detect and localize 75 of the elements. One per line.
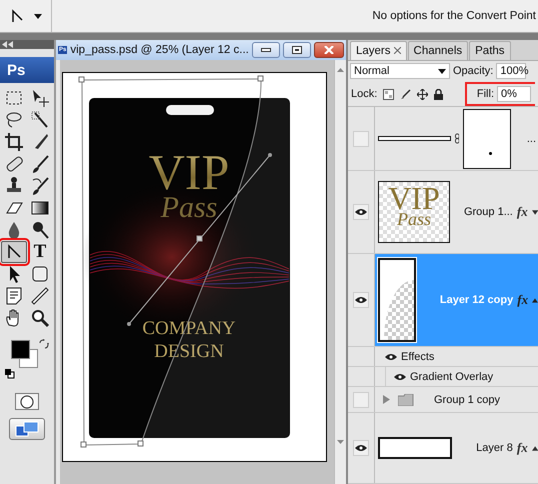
layer-name: Group 1... [464,206,513,218]
checkerboard-icon[interactable] [383,88,394,100]
effects-row[interactable]: Effects [348,347,538,367]
layer-name: Layer 12 copy [440,294,514,306]
down-arrow-icon[interactable] [337,440,344,444]
tool-button[interactable]: T [27,241,53,263]
card-slot [166,105,214,115]
panel-tab[interactable]: Channels [408,40,468,60]
default-colors-icon[interactable] [5,369,15,379]
opacity-label: Opacity: [453,65,494,78]
circle-icon [20,394,34,408]
caret-icon[interactable] [34,14,42,18]
swap-icon[interactable] [39,339,49,349]
chain-icon [454,133,460,144]
layer-name: ... [526,132,537,144]
move-icon[interactable] [417,88,428,100]
layer-row[interactable]: Layer 8 fx [348,413,538,484]
eye-icon[interactable] [385,352,397,360]
fill-label: Fill: [476,88,494,100]
tool-button[interactable] [1,241,27,263]
app-logo: Ps [0,57,54,83]
panel-tab[interactable]: Layers [350,40,407,60]
layer-row[interactable]: ... [348,107,538,171]
close-button[interactable] [314,42,344,58]
document-title: vip_pass.psd @ 25% (Layer 12 c... [70,44,249,56]
layer-name: Group 1 copy [434,394,500,406]
opacity-field[interactable]: 100% [496,63,526,80]
layer-name: Layer 8 [476,442,513,454]
vertical-scrollbar[interactable] [334,60,346,484]
caret-icon [438,68,446,74]
eyedropper-icon [29,285,51,307]
mask-thumbnail [463,108,511,168]
eye-icon [355,296,367,304]
effects-badge[interactable]: fx [516,204,528,220]
expand-arrow-icon[interactable] [383,395,390,404]
minimize-icon [261,47,271,53]
pen-icon[interactable] [10,8,24,24]
eye-icon [355,444,367,452]
effect-row[interactable]: Gradient Overlay [348,367,538,387]
visibility-toggle[interactable] [353,392,369,408]
maximize-button[interactable] [283,42,311,58]
layer-row[interactable]: Group 1 copy [348,387,538,413]
lock-icon[interactable] [434,88,444,100]
visibility-toggle[interactable] [353,292,369,308]
close-icon[interactable] [394,47,401,54]
eye-icon[interactable] [394,372,406,380]
visibility-toggle[interactable] [353,440,369,456]
panel-tab[interactable]: Paths [469,40,511,60]
blend-mode-dropdown[interactable]: Normal [350,63,450,80]
close-icon [324,46,334,54]
up-arrow-icon[interactable] [337,68,344,72]
effects-badge[interactable]: fx [517,292,528,308]
visibility-toggle[interactable] [353,130,369,146]
effects-badge[interactable]: fx [516,440,528,456]
crop-icon [3,131,25,153]
zoom-icon [29,307,51,329]
quick-mask-button[interactable] [15,393,39,410]
caret-icon[interactable] [532,210,538,214]
brush-icon[interactable] [400,88,412,100]
options-hint: No options for the Convert Point [372,10,537,22]
visibility-toggle[interactable] [353,204,369,220]
eye-icon [355,208,367,216]
card-subtitle: Pass [160,191,218,224]
caret-icon[interactable] [532,446,538,450]
screen-mode-button[interactable] [9,418,45,440]
restore-icon [292,46,302,54]
effect-name: Gradient Overlay [410,370,494,382]
effects-label: Effects [401,350,434,362]
vector-path[interactable] [78,76,264,448]
minimize-button[interactable] [252,42,280,58]
fill-field[interactable]: 0% [497,86,531,102]
lock-label: Lock: [351,88,378,100]
folder-icon [398,394,414,406]
color-swatches-drawing[interactable] [11,340,38,368]
windows-icon [15,421,39,437]
